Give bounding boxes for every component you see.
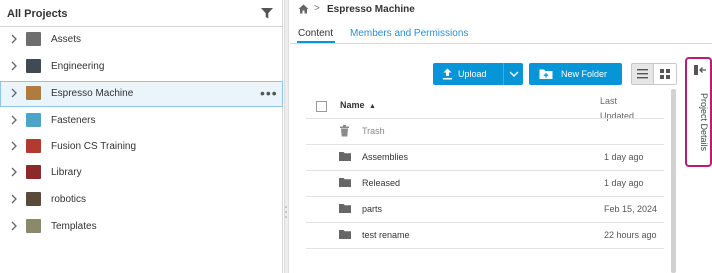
project-thumbnail bbox=[26, 139, 41, 153]
folder-row[interactable]: parts Feb 15, 2024 bbox=[306, 196, 664, 222]
project-item-fusion-cs-training[interactable]: Fusion CS Training bbox=[0, 134, 283, 160]
chevron-right-icon[interactable] bbox=[10, 87, 18, 99]
panel-resize-divider[interactable] bbox=[284, 0, 289, 273]
grid-view-toggle[interactable] bbox=[654, 63, 677, 85]
row-name: Trash bbox=[362, 126, 385, 136]
project-thumbnail bbox=[26, 219, 41, 233]
row-date: 1 day ago bbox=[604, 152, 644, 162]
project-item-library[interactable]: Library bbox=[0, 160, 283, 186]
row-date: 1 day ago bbox=[604, 178, 644, 188]
new-folder-button[interactable]: New Folder bbox=[529, 63, 622, 85]
trash-row[interactable]: Trash bbox=[306, 118, 664, 144]
chevron-right-icon[interactable] bbox=[10, 220, 18, 232]
upload-button[interactable]: Upload bbox=[433, 63, 523, 85]
collapse-panel-icon bbox=[694, 65, 706, 75]
tabs-divider bbox=[290, 43, 712, 44]
project-item-engineering[interactable]: Engineering bbox=[0, 54, 283, 80]
project-item-assets[interactable]: Assets bbox=[0, 27, 283, 53]
project-label: Library bbox=[51, 167, 82, 178]
project-label: Engineering bbox=[51, 61, 105, 72]
folder-row[interactable]: Released 1 day ago bbox=[306, 170, 664, 196]
folder-row[interactable]: Assemblies 1 day ago bbox=[306, 144, 664, 170]
chevron-right-icon[interactable] bbox=[10, 33, 18, 45]
row-name: Released bbox=[362, 178, 401, 188]
row-name: Assemblies bbox=[362, 152, 409, 162]
chevron-right-icon[interactable] bbox=[10, 114, 18, 126]
project-thumbnail bbox=[26, 113, 41, 127]
chevron-right-icon[interactable] bbox=[10, 140, 18, 152]
column-header-name[interactable]: Name bbox=[340, 100, 365, 110]
upload-dropdown-button[interactable] bbox=[503, 63, 523, 85]
chevron-right-icon[interactable] bbox=[10, 166, 18, 178]
chevron-right-icon[interactable] bbox=[10, 60, 18, 72]
breadcrumb-current: Espresso Machine bbox=[327, 4, 415, 15]
folder-icon bbox=[339, 204, 351, 213]
new-folder-button-label: New Folder bbox=[561, 69, 608, 79]
row-name: test rename bbox=[362, 230, 410, 240]
project-label: Assets bbox=[51, 34, 82, 45]
chevron-right-icon[interactable] bbox=[10, 193, 18, 205]
more-options-icon[interactable]: ••• bbox=[260, 85, 278, 101]
project-item-espresso-machine[interactable]: Espresso Machine ••• bbox=[0, 81, 283, 107]
list-view-toggle[interactable] bbox=[631, 63, 654, 85]
project-label: robotics bbox=[51, 194, 87, 205]
project-thumbnail bbox=[26, 86, 41, 100]
new-folder-icon bbox=[539, 69, 553, 79]
project-label: Fasteners bbox=[51, 115, 96, 126]
folder-icon bbox=[339, 178, 351, 187]
upload-button-label: Upload bbox=[458, 69, 487, 79]
project-item-robotics[interactable]: robotics bbox=[0, 187, 283, 213]
project-label: Templates bbox=[51, 221, 97, 232]
project-details-label: Project Details bbox=[699, 93, 709, 152]
trash-icon bbox=[340, 125, 349, 137]
row-date: 22 hours ago bbox=[604, 230, 657, 240]
project-list-panel: All Projects Assets Engineering Espresso… bbox=[0, 0, 283, 273]
project-details-tab[interactable]: Project Details bbox=[685, 57, 712, 167]
project-list-header: All Projects bbox=[0, 0, 283, 27]
sort-ascending-icon[interactable]: ▲ bbox=[369, 103, 376, 110]
project-list-title[interactable]: All Projects bbox=[7, 8, 68, 20]
breadcrumb-separator: > bbox=[314, 3, 320, 14]
project-item-templates[interactable]: Templates bbox=[0, 214, 283, 240]
list-view-icon bbox=[637, 69, 648, 79]
tab-members-and-permissions[interactable]: Members and Permissions bbox=[350, 28, 468, 39]
project-thumbnail bbox=[26, 32, 41, 46]
select-all-checkbox[interactable] bbox=[316, 101, 327, 112]
folder-icon bbox=[339, 152, 351, 161]
upload-icon bbox=[443, 68, 452, 80]
project-thumbnail bbox=[26, 165, 41, 179]
folder-icon bbox=[339, 230, 351, 239]
project-label: Fusion CS Training bbox=[51, 141, 137, 152]
vertical-scrollbar[interactable] bbox=[671, 89, 676, 273]
home-icon[interactable] bbox=[298, 4, 309, 14]
chevron-down-icon bbox=[509, 71, 519, 77]
project-label: Espresso Machine bbox=[51, 88, 134, 99]
project-thumbnail bbox=[26, 59, 41, 73]
project-item-fasteners[interactable]: Fasteners bbox=[0, 108, 283, 134]
filter-icon[interactable] bbox=[261, 8, 273, 19]
project-thumbnail bbox=[26, 192, 41, 206]
tab-content[interactable]: Content bbox=[298, 28, 333, 39]
resize-grip-icon[interactable] bbox=[285, 205, 287, 219]
grid-view-icon bbox=[660, 69, 670, 79]
row-divider bbox=[306, 248, 664, 249]
folder-row[interactable]: test rename 22 hours ago bbox=[306, 222, 664, 248]
row-date: Feb 15, 2024 bbox=[604, 204, 658, 214]
row-name: parts bbox=[362, 204, 383, 214]
